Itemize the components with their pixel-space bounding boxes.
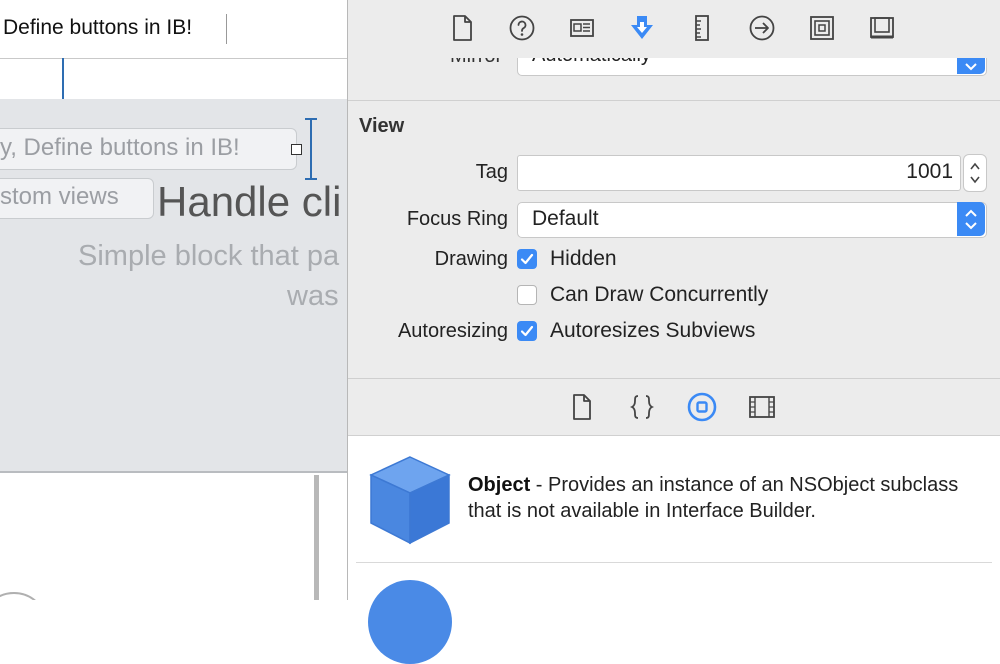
- canvas-scrollbar[interactable]: [314, 475, 319, 600]
- library-tab-bar: [348, 379, 1000, 436]
- focus-ring-label: Focus Ring: [406, 208, 508, 230]
- resize-handle[interactable]: [291, 144, 302, 155]
- object-icon[interactable]: [368, 580, 452, 664]
- canvas-title-label[interactable]: Define buttons in IB!: [3, 16, 192, 40]
- autoresizing-label: Autoresizing: [397, 320, 508, 342]
- document-icon[interactable]: [446, 12, 478, 44]
- question-circle-icon[interactable]: [506, 12, 538, 44]
- tag-label: Tag: [475, 161, 508, 183]
- description-line-2[interactable]: was: [287, 280, 339, 313]
- can-draw-concurrently-checkbox[interactable]: [517, 285, 537, 305]
- cube-icon: [369, 456, 451, 545]
- arrow-circle-icon[interactable]: [746, 12, 778, 44]
- library-separator: [356, 562, 992, 563]
- focus-ring-stepper[interactable]: [957, 202, 985, 236]
- mirror-stepper[interactable]: [957, 58, 985, 74]
- hidden-checkbox-label[interactable]: Hidden: [550, 247, 617, 271]
- text-caret: [226, 14, 227, 44]
- hidden-checkbox[interactable]: [517, 249, 537, 269]
- tag-value: 1001: [906, 160, 953, 183]
- identity-card-icon[interactable]: [566, 12, 598, 44]
- autoresizes-subviews-label[interactable]: Autoresizes Subviews: [550, 319, 755, 343]
- checkmark-icon: [520, 253, 534, 265]
- handle-clicks-title[interactable]: Handle cli: [157, 178, 341, 226]
- object-circle-icon[interactable]: [687, 392, 717, 422]
- autoresizes-subviews-checkbox[interactable]: [517, 321, 537, 341]
- height-constraint-top: [305, 118, 317, 120]
- custom-views-pill-label: stom views: [0, 183, 119, 210]
- focus-ring-value: Default: [532, 207, 599, 230]
- description-line-1[interactable]: Simple block that pa: [78, 240, 339, 273]
- tag-stepper[interactable]: [963, 154, 987, 192]
- object-title: Object: [468, 474, 531, 496]
- braces-icon[interactable]: [627, 392, 657, 422]
- checkmark-icon: [520, 325, 534, 337]
- can-draw-concurrently-label[interactable]: Can Draw Concurrently: [550, 283, 768, 307]
- define-buttons-pill-label: y, Define buttons in IB!: [0, 134, 240, 161]
- film-icon[interactable]: [747, 392, 777, 422]
- mirror-value: Automatically: [532, 58, 651, 67]
- document-icon[interactable]: [567, 392, 597, 422]
- view-section-title: View: [359, 115, 405, 137]
- bindings-icon[interactable]: [806, 12, 838, 44]
- stepper-arrows-icon: [970, 162, 980, 184]
- lower-canvas-area[interactable]: [0, 473, 347, 600]
- height-constraint[interactable]: [310, 118, 312, 179]
- mirror-label: Mirror: [450, 58, 502, 68]
- up-down-chevron-icon: [965, 209, 977, 230]
- mirror-row: Mirror Automatically: [348, 58, 1000, 101]
- drawing-label: Drawing: [434, 248, 508, 270]
- object-description: Object - Provides an instance of an NSOb…: [468, 472, 968, 524]
- view-effects-icon[interactable]: [866, 12, 898, 44]
- inspector-tab-bar: [348, 0, 1000, 59]
- chevron-down-icon: [965, 63, 977, 71]
- ruler-icon[interactable]: [686, 12, 718, 44]
- attributes-icon[interactable]: [626, 12, 658, 44]
- object-description-text: - Provides an instance of an NSObject su…: [468, 474, 959, 522]
- interface-builder-canvas[interactable]: Define buttons in IB! y, Define buttons …: [0, 0, 347, 600]
